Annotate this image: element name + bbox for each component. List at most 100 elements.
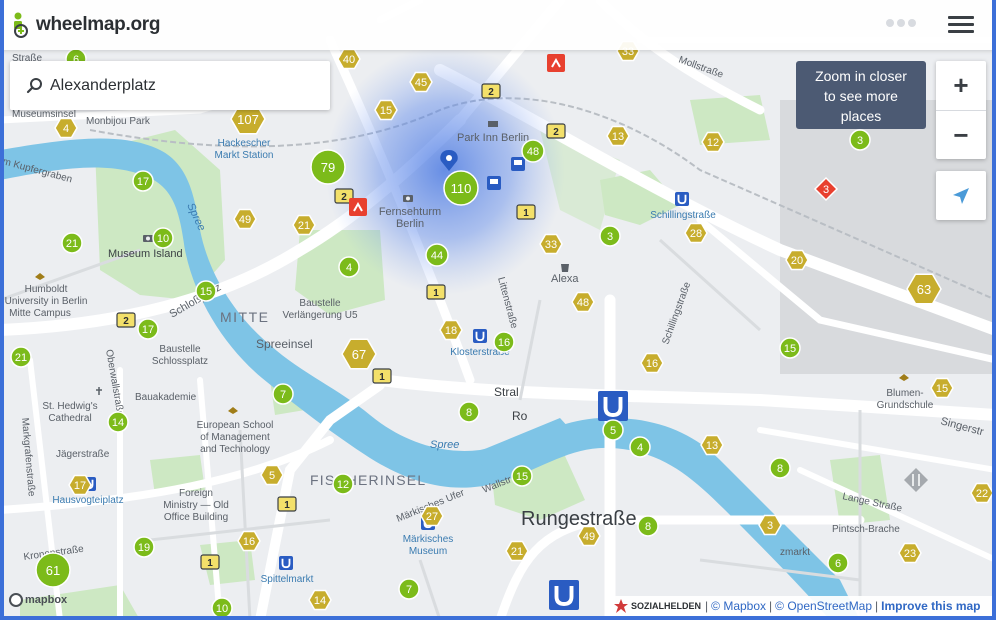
camera-viewpoint-icon <box>143 235 153 242</box>
mapbox-logo[interactable]: mapbox <box>9 592 67 608</box>
place-marker[interactable]: 12 <box>701 131 725 153</box>
place-marker[interactable]: 49 <box>577 525 601 547</box>
label-littenstrasse: Littenstraße <box>495 276 519 330</box>
sozialhelden-link[interactable]: SOZIALHELDEN <box>631 601 701 611</box>
place-marker[interactable]: 33 <box>539 233 563 255</box>
place-marker[interactable]: 12 <box>332 473 354 495</box>
zoom-in-button[interactable]: + <box>936 61 986 110</box>
place-marker[interactable]: 3 <box>813 176 839 202</box>
place-marker[interactable]: 5 <box>260 464 284 486</box>
place-marker[interactable]: 48 <box>571 291 595 313</box>
place-marker[interactable]: 67 <box>341 338 377 370</box>
place-marker[interactable]: 21 <box>61 232 83 254</box>
marker-count: 21 <box>298 220 310 232</box>
place-marker[interactable]: 8 <box>637 515 659 537</box>
svg-text:Verlängerung U5: Verlängerung U5 <box>282 310 357 321</box>
place-marker[interactable]: 4 <box>338 256 360 278</box>
tram-stop-icon[interactable] <box>511 157 525 171</box>
ubahn-station-icon[interactable] <box>675 192 689 206</box>
place-marker[interactable]: 61 <box>35 552 71 588</box>
ubahn-station-icon[interactable] <box>473 329 487 343</box>
place-marker[interactable]: 8 <box>769 457 791 479</box>
school-icon <box>899 374 909 381</box>
svg-text:of Management: of Management <box>200 432 270 443</box>
label-museum-island: Museum Island <box>108 248 183 260</box>
tram-stop-icon[interactable] <box>487 176 501 190</box>
marker-count: 23 <box>904 548 916 560</box>
marker-count: 15 <box>200 286 212 298</box>
restaurant-icon[interactable] <box>904 468 928 492</box>
place-marker[interactable]: 18 <box>439 319 463 341</box>
place-marker[interactable]: 44 <box>425 243 449 267</box>
place-marker[interactable]: 5 <box>602 419 624 441</box>
improve-map-link[interactable]: Improve this map <box>881 599 980 613</box>
place-marker[interactable]: 7 <box>398 578 420 600</box>
place-marker[interactable]: 16 <box>493 331 515 353</box>
place-marker[interactable]: 40 <box>337 48 361 70</box>
main-menu-button[interactable] <box>946 12 976 38</box>
place-marker[interactable]: 15 <box>195 280 217 302</box>
place-marker[interactable]: 16 <box>237 530 261 552</box>
place-marker[interactable]: 6 <box>827 552 849 574</box>
ubahn-station-icon[interactable] <box>598 391 628 421</box>
place-marker[interactable]: 13 <box>700 434 724 456</box>
svg-text:Office Building: Office Building <box>164 512 228 523</box>
zoom-out-button[interactable]: − <box>936 110 986 159</box>
svg-text:Mitte Campus: Mitte Campus <box>9 308 71 319</box>
place-marker[interactable]: 17 <box>132 170 154 192</box>
place-marker[interactable]: 28 <box>684 222 708 244</box>
place-marker[interactable]: 8 <box>458 401 480 423</box>
group-location-pin-icon[interactable] <box>440 150 458 171</box>
marker-count: 49 <box>239 214 251 226</box>
ubahn-station-icon[interactable] <box>549 580 579 610</box>
place-marker[interactable]: 3 <box>758 514 782 536</box>
place-marker[interactable]: 15 <box>511 465 533 487</box>
place-marker[interactable]: 17 <box>137 318 159 340</box>
place-marker[interactable]: 19 <box>133 536 155 558</box>
not-accessible-venue-icon[interactable] <box>349 198 367 216</box>
place-marker[interactable]: 3 <box>849 129 871 151</box>
place-marker[interactable]: 49 <box>233 208 257 230</box>
marker-count: 3 <box>823 184 829 196</box>
marker-count: 79 <box>321 160 335 175</box>
place-marker[interactable]: 21 <box>10 346 32 368</box>
place-marker[interactable]: 45 <box>409 71 433 93</box>
place-marker[interactable]: 4 <box>629 436 651 458</box>
osm-link[interactable]: © OpenStreetMap <box>775 599 872 613</box>
place-marker[interactable]: 23 <box>898 542 922 564</box>
place-marker[interactable]: 48 <box>521 139 545 163</box>
place-marker[interactable]: 14 <box>107 411 129 433</box>
locate-me-button[interactable] <box>936 171 986 220</box>
place-marker[interactable]: 79 <box>310 149 346 185</box>
place-marker[interactable]: 15 <box>374 99 398 121</box>
marker-count: 12 <box>337 479 349 491</box>
label-oberwallstrasse: Oberwallstraße <box>103 349 126 418</box>
place-marker[interactable]: 27 <box>420 505 444 527</box>
place-marker[interactable]: 22 <box>970 482 994 504</box>
place-marker[interactable]: 3 <box>599 225 621 247</box>
zoom-hint-line3: places <box>840 108 882 124</box>
road-number-badge: 2 <box>481 83 501 99</box>
place-marker[interactable]: 110 <box>443 170 479 206</box>
place-marker[interactable]: 21 <box>505 540 529 562</box>
place-marker[interactable]: 4 <box>54 117 78 139</box>
place-marker[interactable]: 17 <box>68 474 92 496</box>
ubahn-station-icon[interactable] <box>279 556 293 570</box>
place-marker[interactable]: 20 <box>785 249 809 271</box>
not-accessible-venue-icon[interactable] <box>547 54 565 72</box>
place-marker[interactable]: 15 <box>930 377 954 399</box>
church-icon <box>96 387 102 395</box>
place-marker[interactable]: 7 <box>272 383 294 405</box>
place-marker[interactable]: 16 <box>640 352 664 374</box>
app-logo[interactable]: wheelmap.org <box>10 12 160 38</box>
search-box[interactable] <box>10 61 330 110</box>
place-marker[interactable]: 10 <box>211 597 233 619</box>
place-marker[interactable]: 14 <box>308 589 332 611</box>
place-marker[interactable]: 13 <box>606 125 630 147</box>
mapbox-link[interactable]: © Mapbox <box>711 599 766 613</box>
search-input[interactable] <box>50 76 320 95</box>
place-marker[interactable]: 63 <box>906 273 942 305</box>
place-marker[interactable]: 10 <box>152 227 174 249</box>
place-marker[interactable]: 21 <box>292 214 316 236</box>
place-marker[interactable]: 15 <box>779 337 801 359</box>
